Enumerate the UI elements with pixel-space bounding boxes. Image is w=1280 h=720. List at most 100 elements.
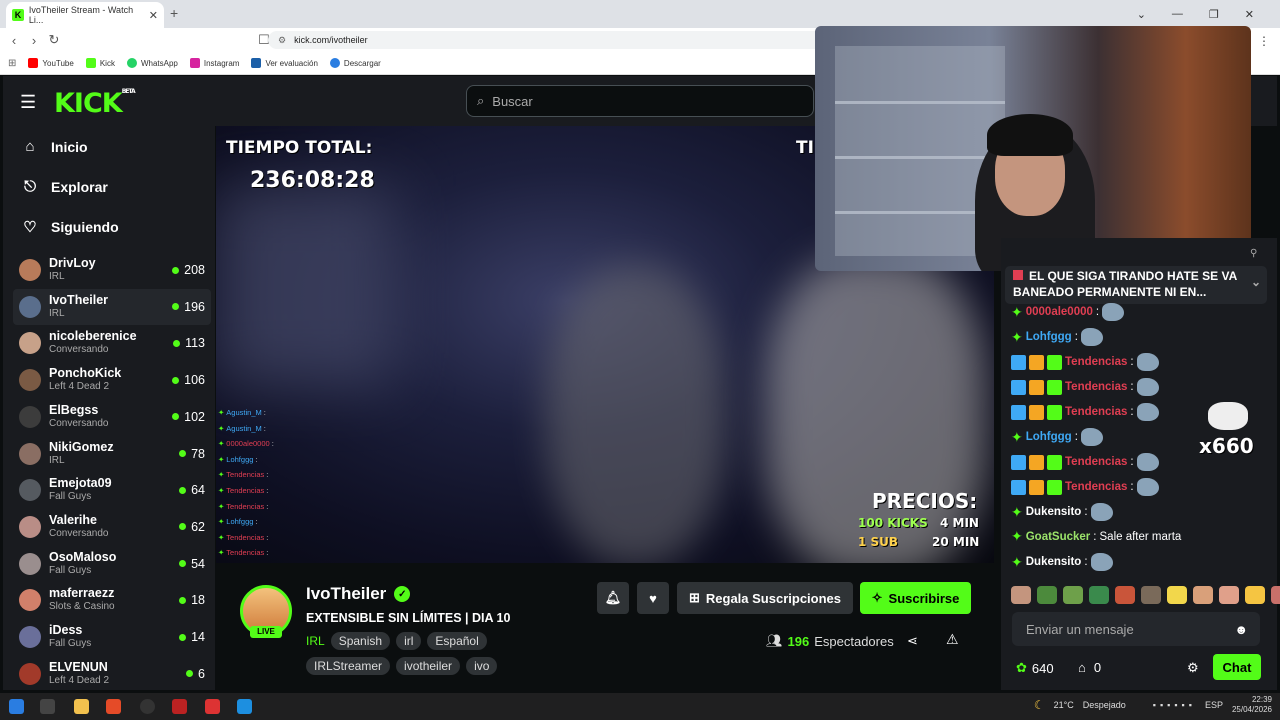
channel-name: maferraezz	[49, 586, 115, 601]
apps-icon[interactable]: ⊞	[8, 58, 16, 69]
sidebar-channel-ponchokick[interactable]: PonchoKick Left 4 Dead 2 106	[13, 362, 211, 398]
settings-icon[interactable]: ⚙	[1187, 660, 1199, 676]
bookmark-instagram[interactable]: Instagram	[189, 58, 239, 68]
forward-icon[interactable]: ›	[24, 33, 44, 48]
sidebar-channel-drivloy[interactable]: DrivLoy IRL 208	[13, 252, 211, 288]
sidebar-item-explorar[interactable]: ⎋ Explorar	[21, 178, 108, 195]
bookmark-kick[interactable]: Kick	[85, 58, 115, 68]
chat-send-button[interactable]: Chat	[1213, 654, 1261, 680]
chat-message: Tendencias:	[1011, 353, 1159, 371]
channel-name: ElBegss	[49, 402, 99, 417]
back-icon[interactable]: ‹	[4, 33, 24, 48]
sidebar-channel-osomaloso[interactable]: OsoMaloso Fall Guys 54	[13, 546, 211, 582]
bookmark-descargar[interactable]: Descargar	[329, 58, 381, 68]
start-icon[interactable]	[9, 699, 24, 714]
obs-icon[interactable]	[140, 699, 155, 714]
app-icon[interactable]	[172, 699, 187, 714]
sidebar-channel-maferraezz[interactable]: maferraezz Slots & Casino 18	[13, 582, 211, 618]
tag[interactable]: ivo	[466, 657, 498, 675]
search-icon: ⌕	[477, 93, 485, 108]
tag[interactable]: Spanish	[330, 632, 391, 650]
badge-icon: ✦	[218, 439, 225, 449]
report-icon[interactable]: ⚠	[946, 631, 959, 648]
task-view-icon[interactable]	[40, 699, 55, 714]
new-tab-icon[interactable]: +	[170, 5, 178, 21]
browser-tab[interactable]: K IvoTheiler Stream - Watch Li... ✕	[6, 2, 164, 28]
sidebar-channel-elvenun[interactable]: ELVENUN Left 4 Dead 2 6	[13, 656, 211, 690]
items-count[interactable]: ⌂ 0	[1078, 660, 1101, 675]
avatar	[19, 662, 41, 685]
sidebar-channel-elbegss[interactable]: ElBegss Conversando 102	[13, 399, 211, 435]
live-dot-icon	[179, 450, 187, 457]
bookmark-whatsapp[interactable]: WhatsApp	[126, 58, 178, 68]
emote-icon[interactable]	[1193, 586, 1213, 604]
streamer-name[interactable]: IvoTheiler ✓	[306, 584, 411, 604]
viewer-count: 64	[179, 483, 205, 497]
file-explorer-icon[interactable]	[74, 699, 89, 714]
sidebar-channel-ivotheiler[interactable]: IvoTheiler IRL 196	[13, 288, 211, 325]
url-field[interactable]: ⚙ kick.com/ivotheiler	[268, 31, 828, 49]
emote-icon[interactable]	[1141, 586, 1161, 604]
reload-icon[interactable]: ↻	[44, 32, 64, 48]
emote-combo: x660	[1199, 434, 1254, 458]
sidebar-channel-nicoleberenice[interactable]: nicoleberenice Conversando 113	[13, 325, 211, 361]
subscribe-button[interactable]: ✧ Suscribirse	[860, 582, 971, 614]
chat-message: Tendencias:	[1011, 378, 1159, 396]
overlay-chat-line: ✦ Tendencias:	[218, 548, 269, 558]
verified-icon: ✓	[394, 586, 411, 602]
share-icon[interactable]: ⋖	[907, 633, 918, 649]
menu-icon[interactable]: ☰	[20, 92, 36, 113]
emote-icon[interactable]	[1245, 586, 1265, 604]
sidebar-channel-idess[interactable]: iDess Fall Guys 14	[13, 619, 211, 655]
system-tray: ☾ 21°C Despejado ▪▪▪▪▪▪ ESP 22:39 25/04/20…	[1033, 695, 1272, 714]
emote-icon[interactable]	[1063, 586, 1083, 604]
sidebar-channel-emejota09[interactable]: Emejota09 Fall Guys 64	[13, 472, 211, 508]
pin-icon[interactable]: ⚲	[1250, 248, 1257, 259]
emote-icon[interactable]	[1219, 586, 1239, 604]
search-input[interactable]: ⌕ Buscar	[466, 85, 814, 117]
emote-icon[interactable]	[1037, 586, 1057, 604]
browser-menu-icon[interactable]: ⋮	[1258, 34, 1270, 48]
minimize-icon[interactable]: —	[1172, 8, 1183, 20]
tag[interactable]: irl	[396, 632, 422, 650]
close-tab-icon[interactable]: ✕	[149, 9, 158, 22]
sidebar-channel-valerihe[interactable]: Valerihe Conversando 62	[13, 509, 211, 545]
tab-list-icon[interactable]: ⌄	[1137, 8, 1146, 21]
tag[interactable]: IRLStreamer	[306, 657, 391, 675]
restore-icon[interactable]: ❐	[1209, 8, 1219, 21]
brave-icon[interactable]	[106, 699, 121, 714]
emote-icon[interactable]	[1167, 586, 1187, 604]
channel-category: Conversando	[49, 344, 109, 356]
close-window-icon[interactable]: ✕	[1245, 8, 1254, 21]
pinned-message[interactable]: EL QUE SIGA TIRANDO HATE SE VA BANEADO P…	[1005, 266, 1267, 304]
bookmark-youtube[interactable]: YouTube	[28, 58, 74, 68]
tag[interactable]: Español	[427, 632, 487, 650]
kick-logo[interactable]: KICKBETA	[54, 88, 136, 119]
emote-icon	[1090, 503, 1113, 521]
kicks-balance[interactable]: ✿ 640	[1016, 660, 1054, 676]
sidebar-item-inicio[interactable]: ⌂ Inicio	[21, 138, 87, 155]
sidebar-channel-nikigomez[interactable]: NikiGomez IRL 78	[13, 436, 211, 472]
category-link[interactable]: IRL	[306, 634, 325, 648]
app-icon-2[interactable]	[205, 699, 220, 714]
gift-subs-button[interactable]: ⊞ Regala Suscripciones	[677, 582, 853, 614]
emoji-icon[interactable]: ☻	[1234, 622, 1248, 637]
price-left-1: 100 KICKS	[858, 516, 928, 530]
site-info-icon[interactable]: ⚙	[278, 35, 286, 46]
app-icon-3[interactable]	[237, 699, 252, 714]
badge-icon	[1047, 479, 1062, 495]
window-controls: ⌄ — ❐ ✕	[1137, 0, 1280, 28]
tag[interactable]: ivotheiler	[396, 657, 461, 675]
sidebar-item-siguiendo[interactable]: ♡ Siguiendo	[21, 218, 118, 236]
bookmark-ver-evaluacion[interactable]: Ver evaluación	[251, 58, 318, 68]
chat-input[interactable]: Enviar un mensaje ☻	[1012, 612, 1260, 646]
badge-icon: ✦	[1011, 528, 1023, 544]
follow-button[interactable]: ♥	[637, 582, 669, 614]
emote-icon[interactable]	[1115, 586, 1135, 604]
emote-icon[interactable]	[1011, 586, 1031, 604]
emote-icon[interactable]	[1089, 586, 1109, 604]
notification-button[interactable]: 🔔︎	[597, 582, 629, 614]
emote-icon[interactable]	[1271, 586, 1280, 604]
stream-title: EXTENSIBLE SIN LÍMITES | DIA 10	[306, 611, 511, 625]
chevron-down-icon[interactable]: ⌄	[1251, 274, 1261, 290]
